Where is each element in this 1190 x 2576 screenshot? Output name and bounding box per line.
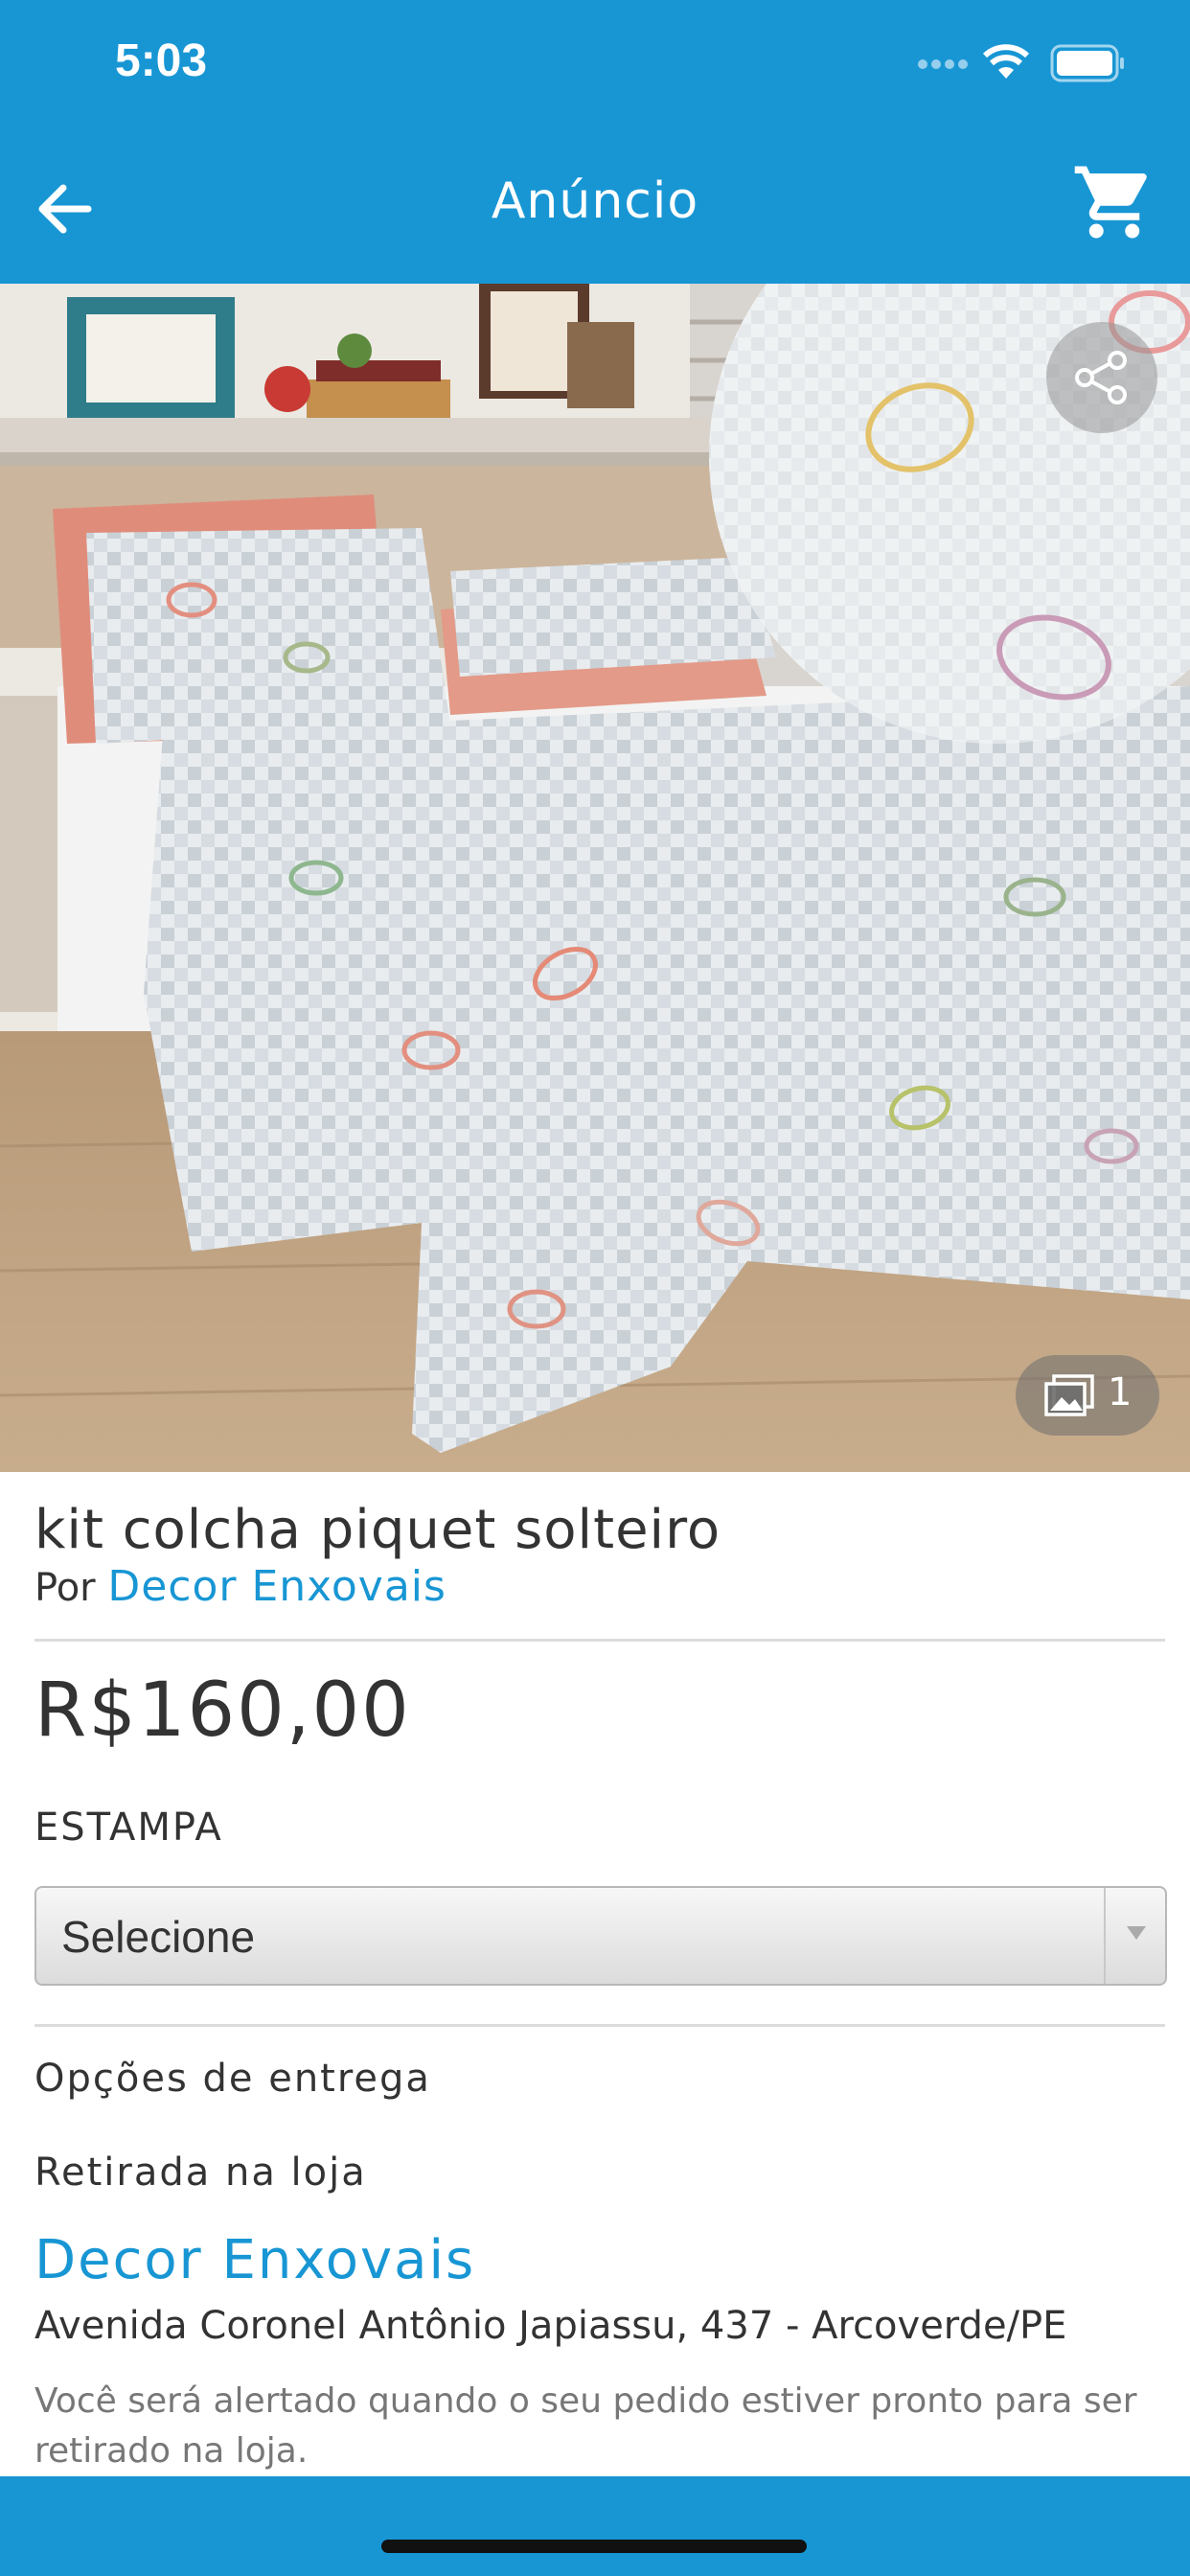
status-bar: 5:03 <box>0 0 1190 134</box>
photo-count-badge[interactable]: 1 <box>1016 1355 1159 1436</box>
select-arrow-area <box>1104 1888 1165 1984</box>
seller-link[interactable]: Decor Enxovais <box>107 1562 446 1611</box>
home-indicator[interactable] <box>381 2540 807 2553</box>
chevron-down-icon <box>1127 1926 1146 1940</box>
shopping-cart-icon[interactable] <box>1071 159 1157 245</box>
gallery-icon <box>1044 1374 1094 1416</box>
seller-line: Por Decor Enxovais <box>34 1562 446 1611</box>
cellular-signal-icon <box>918 59 968 69</box>
product-price: R$160,00 <box>34 1668 411 1754</box>
store-name-link[interactable]: Decor Enxovais <box>34 2229 475 2291</box>
status-time: 5:03 <box>115 35 208 86</box>
bottom-bar <box>0 2476 1190 2576</box>
print-select-value: Selecione <box>61 1912 256 1962</box>
product-photo <box>0 284 1190 1472</box>
pickup-notice: Você será alertado quando o seu pedido e… <box>34 2381 1137 2471</box>
wifi-icon <box>982 44 1030 79</box>
option-label: ESTAMPA <box>34 1806 223 1850</box>
store-pickup-heading: Retirada na loja <box>34 2150 367 2195</box>
page-title: Anúncio <box>491 172 699 230</box>
print-select[interactable]: Selecione <box>34 1886 1167 1986</box>
share-icon <box>1075 351 1127 404</box>
store-address: Avenida Coronel Antônio Japiassu, 437 - … <box>34 2304 1067 2348</box>
divider <box>34 1639 1165 1642</box>
divider <box>34 2024 1165 2027</box>
nav-bar: Anúncio <box>0 134 1190 284</box>
battery-icon <box>1050 44 1124 82</box>
photo-count-number: 1 <box>1108 1370 1133 1414</box>
product-image-gallery[interactable]: 1 <box>0 284 1190 1472</box>
product-title: kit colcha piquet solteiro <box>34 1499 721 1561</box>
delivery-options-heading: Opções de entrega <box>34 2057 431 2101</box>
seller-prefix: Por <box>34 1566 96 1610</box>
share-button[interactable] <box>1046 322 1157 433</box>
